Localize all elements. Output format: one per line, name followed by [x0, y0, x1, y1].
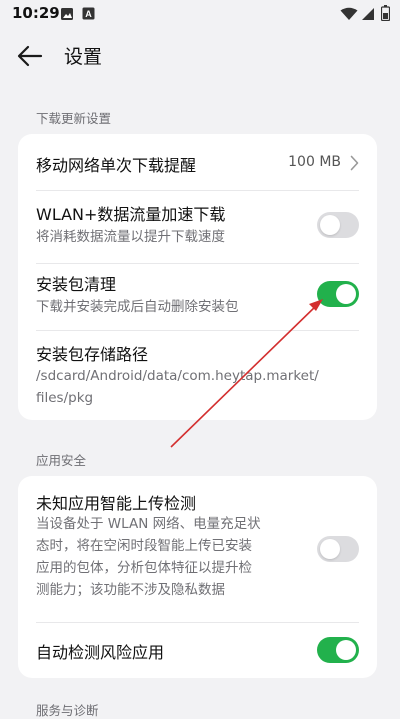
a-box-icon: A: [82, 7, 95, 20]
toggle-knob: [336, 284, 356, 304]
page-title: 设置: [64, 46, 103, 68]
toggle-knob: [336, 640, 356, 660]
mobile-download-reminder-row[interactable]: 移动网络单次下载提醒 100 MB: [18, 134, 377, 190]
status-time: 10:29: [12, 4, 60, 22]
unknown-app-upload-toggle[interactable]: [317, 536, 359, 562]
row-title: WLAN+数据流量加速下载: [36, 205, 226, 224]
app-bar: 设置: [0, 28, 400, 84]
wlan-data-boost-toggle[interactable]: [317, 212, 359, 238]
row-subtitle-line: 应用的包体，分析包体特征以提升检: [36, 560, 252, 576]
row-subtitle-line: 测能力；该功能不涉及隐私数据: [36, 582, 225, 598]
row-title: 安装包存储路径: [36, 345, 149, 364]
storage-path-line1: /sdcard/Android/data/com.heytap.market/: [36, 368, 319, 384]
row-title: 未知应用智能上传检测: [36, 494, 197, 513]
status-bar: 10:29 A: [0, 0, 400, 28]
battery-icon: [381, 5, 390, 21]
row-subtitle: 将消耗数据流量以提升下载速度: [36, 229, 225, 245]
auto-risk-detect-toggle[interactable]: [317, 637, 359, 663]
toggle-knob: [320, 539, 340, 559]
section-header-download: 下载更新设置: [36, 111, 112, 126]
download-limit-value: 100 MB: [288, 154, 341, 170]
row-subtitle: 下载并安装完成后自动删除安装包: [36, 299, 239, 315]
unknown-app-upload-row: 未知应用智能上传检测 当设备处于 WLAN 网络、电量充足状 态时，将在空闲时段…: [18, 476, 377, 622]
row-title: 安装包清理: [36, 275, 117, 294]
download-settings-card: 移动网络单次下载提醒 100 MB WLAN+数据流量加速下载 将消耗数据流量以…: [18, 134, 377, 420]
chevron-right-icon: [350, 155, 359, 171]
section-header-security: 应用安全: [36, 453, 87, 468]
svg-text:A: A: [85, 9, 92, 19]
row-subtitle-line: 当设备处于 WLAN 网络、电量充足状: [36, 516, 261, 532]
section-header-service: 服务与诊断: [36, 703, 99, 718]
wifi-icon: [340, 7, 358, 20]
package-cleanup-row: 安装包清理 下载并安装完成后自动删除安装包: [18, 264, 377, 330]
storage-path-line2: files/pkg: [36, 390, 94, 406]
toggle-knob: [320, 215, 340, 235]
back-button[interactable]: [10, 38, 50, 74]
row-subtitle-line: 态时，将在空闲时段智能上传已安装: [36, 538, 252, 554]
row-title: 自动检测风险应用: [36, 643, 165, 662]
package-cleanup-toggle[interactable]: [317, 281, 359, 307]
app-security-card: 未知应用智能上传检测 当设备处于 WLAN 网络、电量充足状 态时，将在空闲时段…: [18, 476, 377, 678]
image-icon: [61, 8, 73, 20]
wlan-data-boost-row: WLAN+数据流量加速下载 将消耗数据流量以提升下载速度: [18, 191, 377, 263]
row-title: 移动网络单次下载提醒: [36, 156, 197, 175]
back-arrow-icon: [17, 45, 43, 67]
signal-icon: [362, 8, 374, 20]
auto-risk-detect-row: 自动检测风险应用: [18, 623, 377, 678]
package-storage-path-row[interactable]: 安装包存储路径 /sdcard/Android/data/com.heytap.…: [18, 331, 377, 419]
